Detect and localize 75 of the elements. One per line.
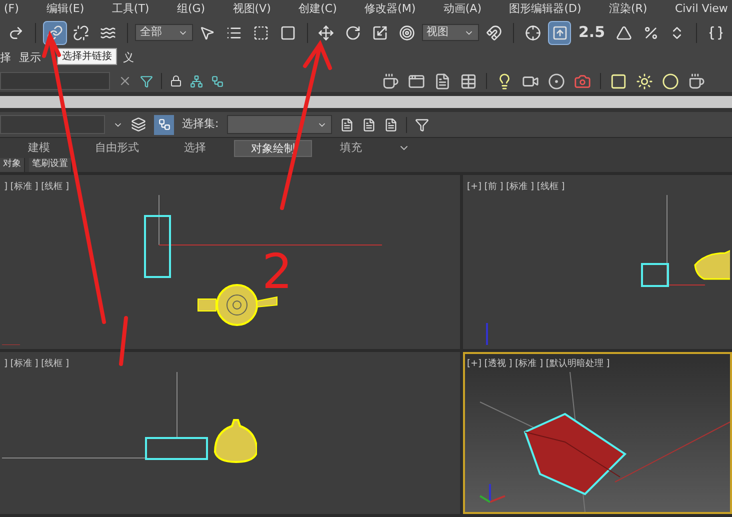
- ribbon-tab[interactable]: 填充: [312, 140, 390, 156]
- camera-icon[interactable]: [574, 72, 591, 90]
- ribbon-menu-item[interactable]: 显示: [19, 50, 41, 67]
- menu-item[interactable]: (F): [4, 0, 19, 18]
- annotation-number: 2: [262, 248, 293, 296]
- arrow-up-square-icon: [552, 24, 568, 40]
- table-icon[interactable]: [460, 72, 477, 90]
- menu-item[interactable]: 动画(A): [443, 0, 482, 18]
- square-icon[interactable]: [610, 72, 627, 90]
- link-icon: [46, 24, 63, 40]
- percent-icon: [642, 24, 659, 40]
- viewport[interactable]: [+] [前 ] [标准 ] [线框 ]: [463, 175, 732, 349]
- document-icon[interactable]: [340, 118, 354, 132]
- ribbon-subtab[interactable]: 对象: [0, 158, 25, 172]
- ribbon-menu-item[interactable]: 义: [123, 50, 134, 67]
- menu-item[interactable]: 工具(T): [112, 0, 150, 18]
- move-icon: [318, 24, 334, 40]
- snap-toggle[interactable]: 2.5: [574, 20, 610, 44]
- circle-icon[interactable]: [662, 72, 679, 90]
- hierarchy-icon: [158, 118, 170, 131]
- viewport-label[interactable]: ] [标准 ] [线框 ]: [2, 354, 458, 372]
- search-field[interactable]: [0, 72, 110, 90]
- ribbon-tab[interactable]: 自由形式: [78, 140, 156, 156]
- menu-item[interactable]: 编辑(E): [46, 0, 84, 18]
- menu-item[interactable]: 创建(C): [298, 0, 337, 18]
- braces-icon: [708, 24, 724, 40]
- selection-set-label: 选择集:: [182, 116, 219, 132]
- target-icon: [398, 24, 415, 40]
- viewport[interactable]: [+] [透视 ] [标准 ] [默认明暗处理 ]: [463, 352, 732, 514]
- tooltip: 选择并链接: [57, 48, 117, 65]
- menu-item[interactable]: 视图(V): [232, 0, 271, 18]
- ribbon-tab[interactable]: 选择: [156, 140, 234, 156]
- dashed-square-icon: [252, 24, 269, 40]
- menu-item[interactable]: 渲染(R): [608, 0, 648, 18]
- menu-item[interactable]: 修改器(M): [364, 0, 416, 18]
- viewport[interactable]: ] [标准 ] [线框 ]: [0, 352, 460, 514]
- menu-item[interactable]: 图形编辑器(D): [509, 0, 582, 18]
- ribbon-subtab[interactable]: 笔刷设置: [29, 158, 72, 172]
- dropdown[interactable]: 视图: [422, 24, 480, 41]
- sun-icon[interactable]: [636, 72, 653, 90]
- annotation-stroke: [119, 316, 128, 366]
- pointer-icon: [199, 24, 216, 40]
- filter-icon[interactable]: [414, 118, 429, 132]
- render-frame-icon[interactable]: [408, 72, 425, 90]
- waves-icon: [100, 24, 116, 40]
- document-icon[interactable]: [362, 118, 376, 132]
- ribbon-menu-item[interactable]: 择: [0, 50, 11, 67]
- lock-icon[interactable]: [170, 75, 182, 87]
- viewport-label[interactable]: [+] [透视 ] [标准 ] [默认明暗处理 ]: [465, 354, 730, 372]
- triangle-icon: [616, 24, 632, 40]
- menu-item[interactable]: 组(G): [176, 0, 206, 18]
- unlink-icon: [73, 24, 90, 40]
- document-icon[interactable]: [434, 72, 451, 90]
- viewport-label[interactable]: [+] [前 ] [标准 ] [线框 ]: [465, 177, 730, 194]
- square-icon: [280, 24, 296, 40]
- toolbar-button[interactable]: [548, 20, 572, 44]
- crosshair-icon: [524, 24, 541, 40]
- scale-icon: [372, 24, 388, 40]
- hierarchy-icon[interactable]: [211, 74, 224, 88]
- toolbar-button[interactable]: [154, 114, 174, 134]
- dropdown[interactable]: 全部: [135, 24, 193, 41]
- magnet-icon: [486, 24, 502, 40]
- close-icon[interactable]: [118, 74, 132, 88]
- redo-icon: [8, 24, 24, 40]
- document-icon[interactable]: [384, 118, 398, 132]
- rotate-icon: [345, 24, 362, 40]
- list-icon: [226, 24, 242, 40]
- ribbon-tab[interactable]: 建模: [0, 140, 78, 156]
- layers-icon[interactable]: [131, 117, 146, 132]
- hierarchy-icon[interactable]: [190, 74, 203, 88]
- menu-item[interactable]: Civil View: [674, 0, 728, 18]
- viewport-label[interactable]: ] [标准 ] [线框 ]: [2, 177, 458, 194]
- dropdown[interactable]: [0, 115, 105, 134]
- selection-set-dropdown[interactable]: [226, 115, 332, 134]
- filter-icon[interactable]: [140, 74, 153, 88]
